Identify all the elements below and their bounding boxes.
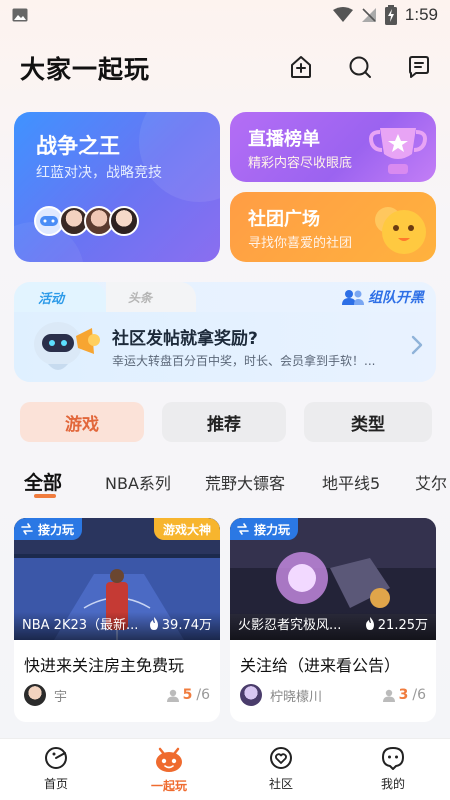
battery-charging-icon <box>384 5 397 25</box>
nav-home[interactable]: 首页 <box>11 745 101 792</box>
controller-icon <box>40 216 58 226</box>
game-master-badge: 游戏大神 <box>153 518 220 540</box>
segment-type[interactable]: 类型 <box>304 402 432 442</box>
team-up-label: 组队开黑 <box>368 290 424 306</box>
relay-badge-label: 接力玩 <box>254 522 291 537</box>
player-count-current: 3 <box>398 687 409 703</box>
club-square-subtitle: 寻找你喜爱的社团 <box>248 236 353 251</box>
community-icon <box>270 747 292 769</box>
search-button[interactable] <box>343 50 377 84</box>
segment-game[interactable]: 游戏 <box>20 402 144 442</box>
room-host: 柠晓檬川 <box>240 684 322 706</box>
player-count-current: 5 <box>182 687 193 703</box>
tab-activity-label: 活动 <box>38 292 65 307</box>
person-icon <box>166 689 179 702</box>
player-count: 5/6 <box>166 687 210 703</box>
search-icon <box>349 56 371 78</box>
add-game-button[interactable] <box>284 50 318 84</box>
category-tabs: 全部 NBA系列 荒野大镖客 地平线5 艾尔 <box>0 466 450 500</box>
robot-mascot-icon <box>34 322 100 370</box>
live-ranking-title: 直播榜单 <box>248 129 320 150</box>
war-king-title: 战争之王 <box>36 134 120 158</box>
room-host: 宇 <box>24 684 67 706</box>
top-header: 大家一起玩 <box>0 44 450 92</box>
team-up-link[interactable]: 组队开黑 <box>342 287 424 307</box>
game-heat-value: 21.25万 <box>377 618 428 633</box>
team-icon <box>342 290 364 305</box>
relay-icon <box>21 523 33 535</box>
player-count-total: /6 <box>412 687 426 703</box>
nav-play-together-label: 一起玩 <box>150 779 187 793</box>
person-icon <box>382 689 395 702</box>
game-room-card[interactable]: 接力玩 火影忍者究极风... 21.25万 关注给（进来看公告） 柠晓檬川 3/… <box>230 518 436 722</box>
banner-subtitle: 幸运大转盘百分百中奖，时长、会员拿到手软！... <box>112 354 376 368</box>
live-ranking-subtitle: 精彩内容尽收眼底 <box>248 156 353 171</box>
message-icon <box>409 56 429 78</box>
flame-icon <box>365 617 374 630</box>
nav-home-label: 首页 <box>43 777 68 791</box>
relay-badge-label: 接力玩 <box>38 522 75 537</box>
relay-badge: 接力玩 <box>14 518 83 540</box>
game-name: NBA 2K23（最新... <box>22 618 139 633</box>
category-elden[interactable]: 艾尔 <box>415 470 447 494</box>
game-heat: 21.25万 <box>365 614 428 633</box>
war-king-subtitle: 红蓝对决，战略竞技 <box>36 165 162 181</box>
banner-title: 社区发帖就拿奖励? <box>112 329 258 349</box>
category-forza[interactable]: 地平线5 <box>322 470 380 494</box>
tab-activity[interactable]: 活动 <box>14 282 106 312</box>
room-title: 快进来关注房主免费玩 <box>24 656 185 675</box>
status-time: 1:59 <box>404 5 438 24</box>
player-avatars <box>34 206 139 236</box>
gallery-notification-icon <box>12 8 28 22</box>
nav-community-label: 社区 <box>268 777 293 791</box>
host-name: 柠晓檬川 <box>270 689 323 705</box>
page-title: 大家一起玩 <box>20 55 151 84</box>
club-square-title: 社团广场 <box>248 209 320 230</box>
game-name: 火影忍者究极风... <box>238 618 342 633</box>
activity-banner[interactable]: 活动 头条 组队开黑 社区发帖就拿奖励? 幸运大转盘百分百中奖，时长、会员拿到手… <box>14 282 436 382</box>
game-heat-value: 39.74万 <box>161 618 212 633</box>
game-heat: 39.74万 <box>149 614 212 633</box>
profile-icon <box>382 747 404 770</box>
category-red-dead[interactable]: 荒野大镖客 <box>205 470 285 494</box>
avatar <box>109 206 139 236</box>
avatar <box>24 684 46 706</box>
live-ranking-card[interactable]: 直播榜单 精彩内容尽收眼底 <box>230 112 436 182</box>
messages-button[interactable] <box>402 50 436 84</box>
no-signal-icon <box>361 8 376 22</box>
war-king-card[interactable]: 战争之王 红蓝对决，战略竞技 <box>14 112 220 262</box>
player-count: 3/6 <box>382 687 426 703</box>
relay-badge: 接力玩 <box>230 518 299 540</box>
bottom-navigation: 首页 一起玩 社区 我的 <box>0 738 450 800</box>
segment-recommend[interactable]: 推荐 <box>162 402 286 442</box>
tab-headlines[interactable]: 头条 <box>106 282 196 312</box>
club-square-card[interactable]: 社团广场 寻找你喜爱的社团 <box>230 192 436 262</box>
trophy-icon <box>369 128 427 174</box>
wifi-icon <box>332 7 353 22</box>
nav-profile-label: 我的 <box>380 777 405 791</box>
game-room-card[interactable]: 接力玩 游戏大神 NBA 2K23（最新... 39.74万 快进来关注房主免费… <box>14 518 220 722</box>
home-icon <box>45 747 67 769</box>
flame-icon <box>149 617 158 630</box>
status-bar: 1:59 <box>0 0 450 32</box>
room-title: 关注给（进来看公告） <box>240 656 401 675</box>
category-all[interactable]: 全部 <box>24 468 62 495</box>
nav-community[interactable]: 社区 <box>236 745 326 792</box>
nav-play-together[interactable]: 一起玩 <box>124 745 214 794</box>
category-active-indicator <box>34 494 56 498</box>
avatar <box>240 684 262 706</box>
chevron-right-icon <box>411 335 423 355</box>
nav-profile[interactable]: 我的 <box>348 745 438 792</box>
relay-icon <box>237 523 249 535</box>
mascot-icon <box>375 207 426 254</box>
play-together-icon <box>156 747 182 772</box>
home-plus-icon <box>291 56 311 78</box>
host-name: 宇 <box>54 689 68 705</box>
tab-headlines-label: 头条 <box>128 291 153 305</box>
category-nba[interactable]: NBA系列 <box>105 470 171 494</box>
player-count-total: /6 <box>196 687 210 703</box>
